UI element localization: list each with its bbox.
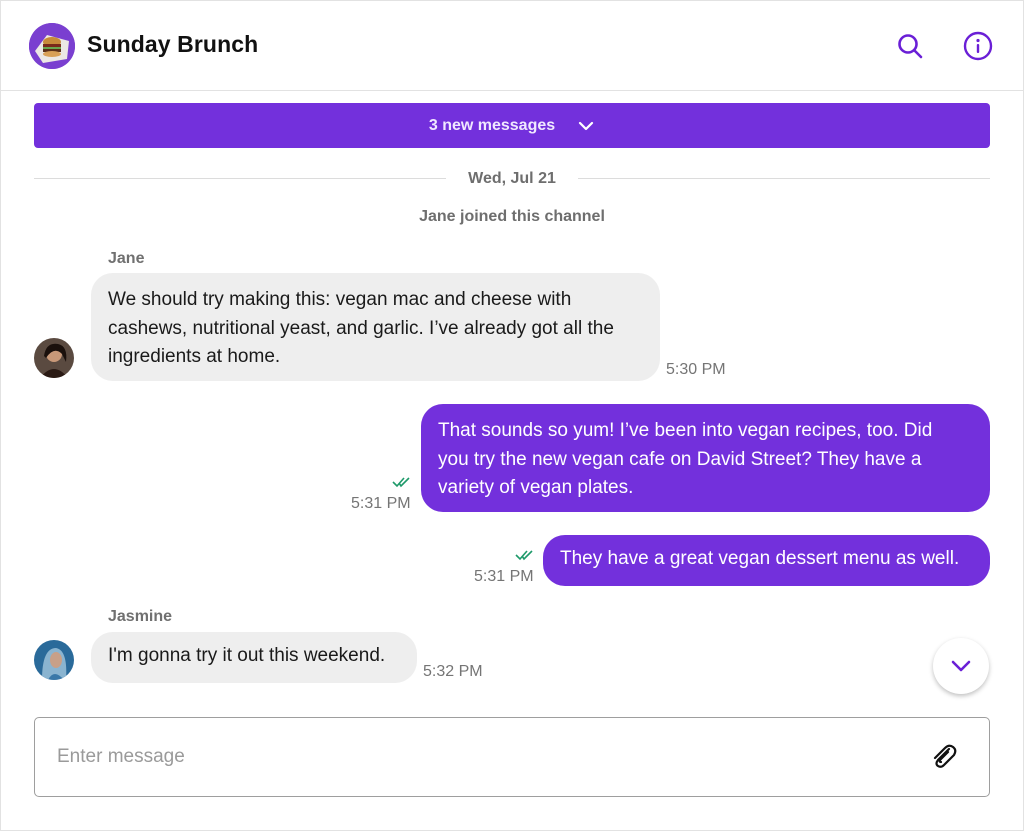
message-time: 5:31 PM [474, 568, 534, 585]
paperclip-icon[interactable] [927, 740, 961, 774]
message-line: you try the new vegan cafe on David Stre… [438, 448, 922, 470]
group-avatar[interactable] [29, 23, 75, 69]
message-bubble[interactable]: They have a great vegan dessert menu as … [543, 535, 990, 586]
sender-name: Jane [108, 250, 145, 267]
new-messages-label: 3 new messages [428, 116, 556, 134]
message-bubble[interactable]: That sounds so yum! I’ve been into vegan… [421, 404, 990, 512]
scroll-to-bottom-button[interactable] [933, 638, 989, 694]
message-bubble[interactable]: We should try making this: vegan mac and… [91, 273, 660, 381]
read-receipt-icon [515, 548, 537, 566]
read-receipt-icon [392, 475, 414, 493]
search-icon[interactable] [895, 31, 925, 61]
message-input[interactable] [57, 718, 917, 796]
message-line: cashews, nutritional yeast, and garlic. … [108, 317, 614, 339]
message-time: 5:31 PM [351, 495, 411, 512]
chevron-down-icon [951, 660, 971, 672]
avatar-jasmine[interactable] [34, 640, 74, 680]
sender-name: Jasmine [108, 608, 173, 625]
message-line: That sounds so yum! I’ve been into vegan… [438, 420, 933, 441]
message-line: ingredients at home. [108, 346, 281, 367]
message-time: 5:30 PM [666, 361, 726, 378]
message-line: I'm gonna try it out this weekend. [108, 645, 386, 666]
message-line: We should try making this: vegan mac and… [108, 289, 572, 310]
chat-header: Sunday Brunch [1, 1, 1023, 91]
info-icon[interactable] [963, 31, 993, 61]
chevron-down-icon [579, 121, 594, 130]
message-bubble[interactable]: I'm gonna try it out this weekend. [91, 632, 417, 683]
new-messages-button[interactable]: 3 new messages [34, 103, 990, 148]
avatar-jane[interactable] [34, 338, 74, 378]
system-message: Jane joined this channel [419, 208, 605, 225]
channel-title: Sunday Brunch [87, 31, 259, 57]
burger-image-icon [29, 23, 75, 69]
date-separator: Wed, Jul 21 [34, 168, 990, 190]
date-label: Wed, Jul 21 [468, 170, 556, 187]
message-composer [34, 717, 990, 797]
message-line: variety of vegan plates. [438, 477, 634, 498]
message-time: 5:32 PM [423, 663, 483, 680]
message-line: They have a great vegan dessert menu as … [560, 548, 960, 569]
